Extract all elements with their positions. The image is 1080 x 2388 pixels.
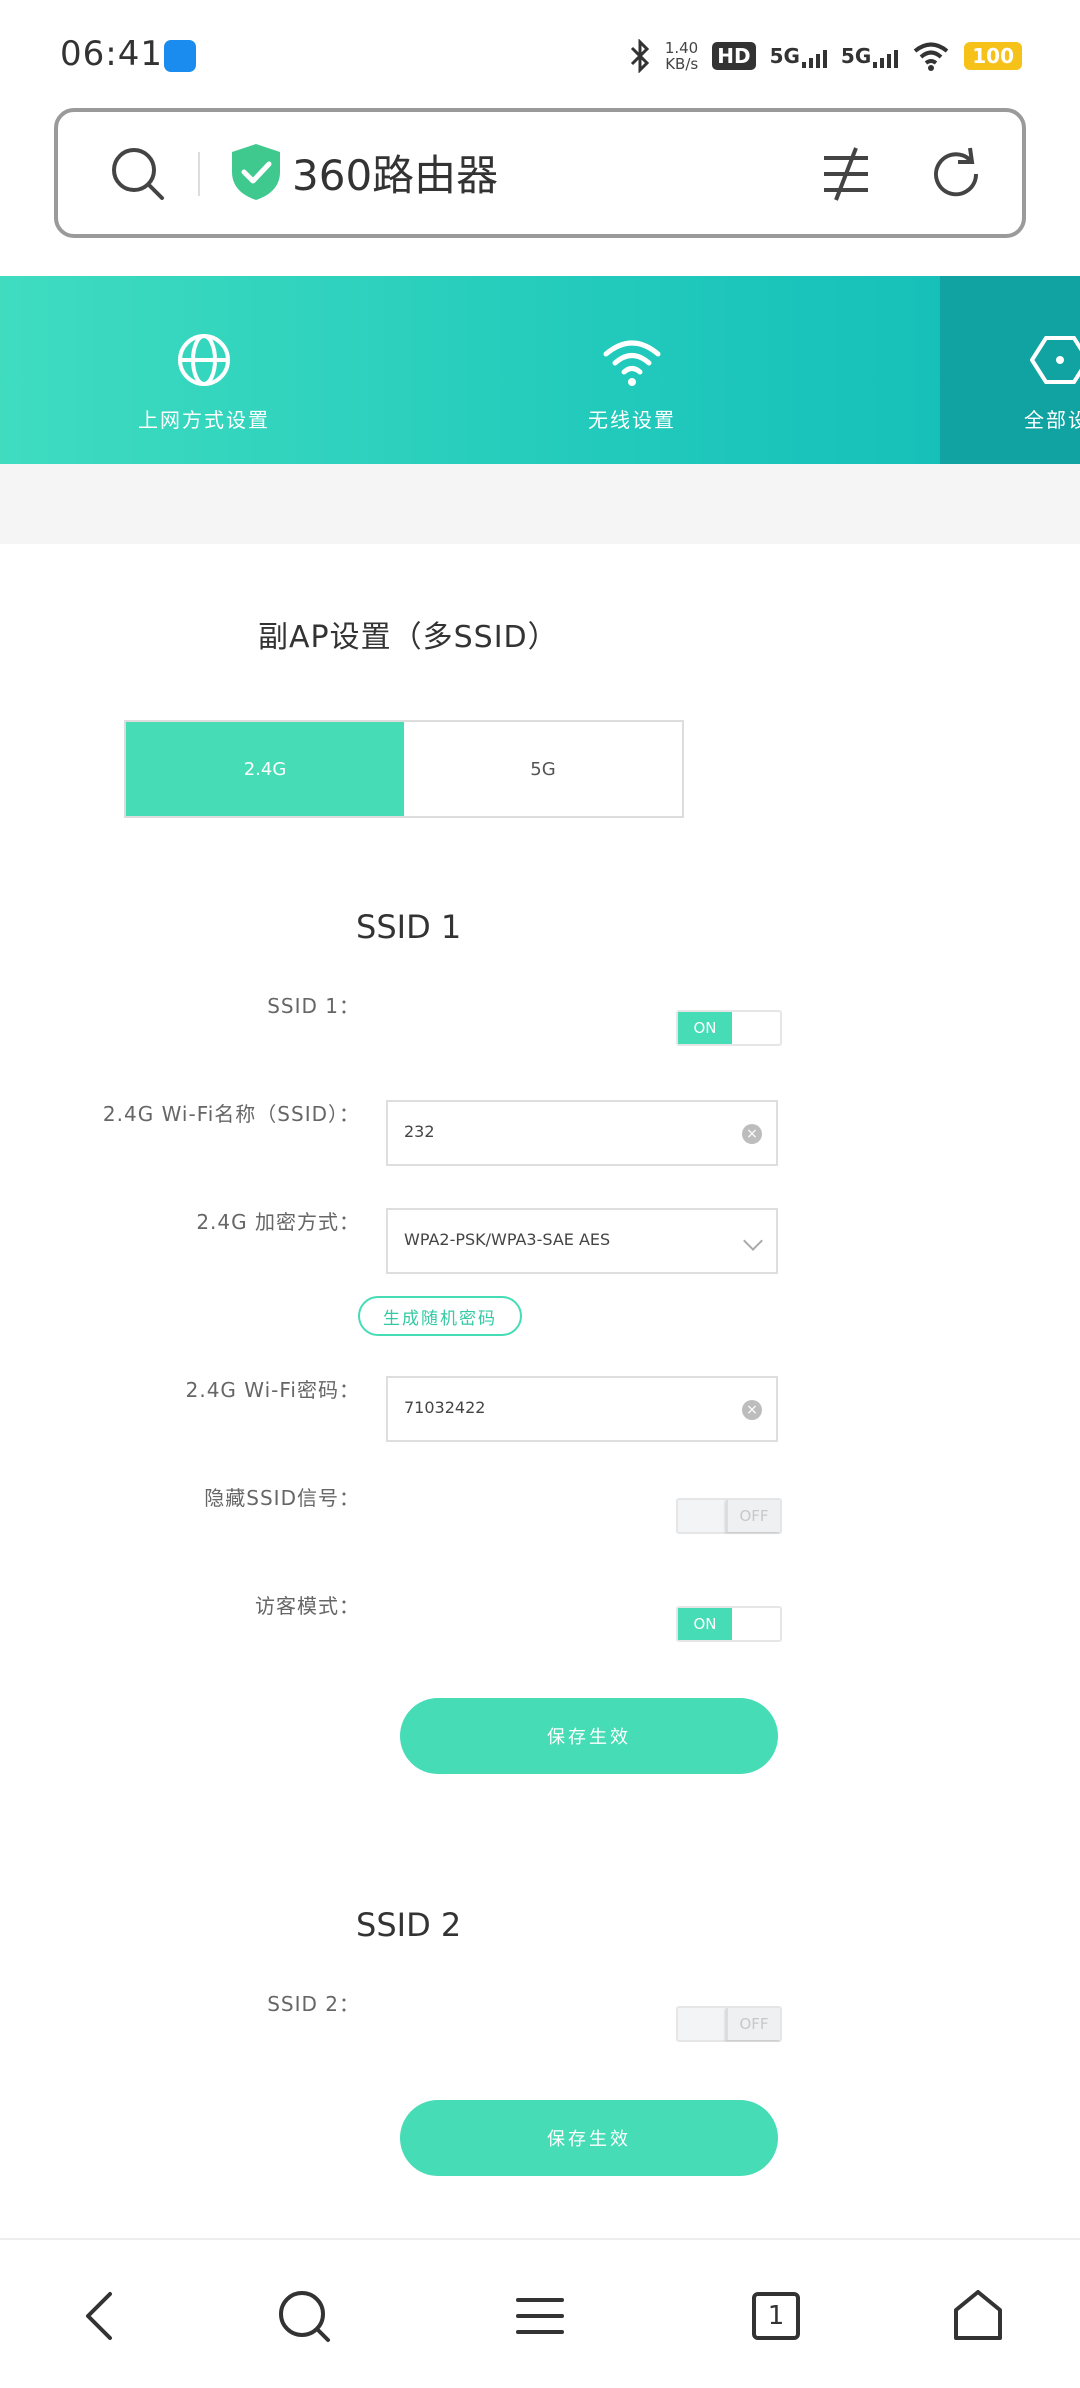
clear-icon[interactable]: × bbox=[742, 1400, 762, 1420]
filter-icon[interactable] bbox=[814, 142, 878, 206]
separator-band bbox=[0, 464, 1080, 544]
field-value: 232 bbox=[404, 1122, 435, 1141]
wifi-status-icon bbox=[913, 42, 949, 71]
ssid1-hide-ssid-toggle[interactable]: OFF bbox=[676, 1498, 782, 1534]
toggle-state: OFF bbox=[726, 2008, 780, 2040]
ssid2-enable-toggle[interactable]: OFF bbox=[676, 2006, 782, 2042]
browser-address-bar[interactable]: 360路由器 bbox=[54, 108, 1026, 238]
ssid1-name-field[interactable]: 232 × bbox=[386, 1100, 778, 1166]
ssid1-save-button[interactable]: 保存生效 bbox=[400, 1698, 778, 1774]
clear-icon[interactable]: × bbox=[742, 1124, 762, 1144]
ssid1-encryption-select[interactable]: WPA2-PSK/WPA3-SAE AES bbox=[386, 1208, 778, 1274]
nav-item-internet[interactable]: 上网方式设置 bbox=[104, 276, 304, 464]
nav-item-wireless[interactable]: 无线设置 bbox=[532, 276, 732, 464]
band-tabs: 2.4G 5G bbox=[124, 720, 684, 818]
ssid1-encryption-label: 2.4G 加密方式： bbox=[196, 1210, 360, 1234]
ssid1-guest-mode-label: 访客模式： bbox=[255, 1594, 360, 1618]
home-icon[interactable] bbox=[948, 2286, 1008, 2346]
back-icon[interactable] bbox=[72, 2286, 132, 2346]
chevron-down-icon bbox=[743, 1231, 763, 1251]
search-icon[interactable] bbox=[274, 2286, 334, 2346]
tab-5g[interactable]: 5G bbox=[404, 722, 682, 816]
tabs-count: 1 bbox=[752, 2292, 800, 2340]
ssid1-hide-ssid-label: 隐藏SSID信号： bbox=[204, 1486, 360, 1510]
network-speed: 1.40 KB/s bbox=[664, 39, 699, 73]
tabs-button[interactable]: 1 bbox=[746, 2286, 806, 2346]
app-notification-icon bbox=[164, 40, 196, 72]
toggle-state: OFF bbox=[726, 1500, 780, 1532]
search-icon[interactable] bbox=[106, 142, 170, 206]
router-top-nav: 上网方式设置 无线设置 全部设 bbox=[0, 276, 1080, 464]
ssid2-section-title: SSID 2 bbox=[356, 1906, 462, 1944]
site-title[interactable]: 360路由器 bbox=[292, 142, 498, 203]
toggle-state: ON bbox=[678, 1608, 732, 1640]
sim1-signal-icon: 5G bbox=[770, 44, 827, 68]
nav-item-label: 全部设 bbox=[1024, 408, 1080, 432]
hd-voice-badge: HD bbox=[712, 42, 756, 70]
address-divider bbox=[198, 152, 200, 196]
menu-icon[interactable] bbox=[510, 2286, 570, 2346]
nav-item-all-settings[interactable]: 全部设 bbox=[990, 276, 1080, 464]
field-value: 71032422 bbox=[404, 1398, 486, 1417]
browser-bottom-bar: 1 bbox=[0, 2238, 1080, 2388]
hexagon-icon bbox=[1030, 336, 1080, 384]
ssid1-section-title: SSID 1 bbox=[356, 908, 462, 946]
refresh-icon[interactable] bbox=[924, 142, 988, 206]
ssid1-password-field[interactable]: 71032422 × bbox=[386, 1376, 778, 1442]
nav-item-label: 上网方式设置 bbox=[138, 408, 270, 432]
select-value: WPA2-PSK/WPA3-SAE AES bbox=[404, 1230, 611, 1249]
shield-check-icon bbox=[232, 144, 280, 200]
sim2-signal-icon: 5G bbox=[841, 44, 899, 68]
globe-icon bbox=[178, 334, 230, 386]
wifi-icon bbox=[603, 340, 661, 386]
page-title: 副AP设置（多SSID） bbox=[258, 620, 559, 655]
ssid2-save-button[interactable]: 保存生效 bbox=[400, 2100, 778, 2176]
ssid1-enable-toggle[interactable]: ON bbox=[676, 1010, 782, 1046]
status-time: 06:41 bbox=[60, 34, 163, 74]
ssid1-name-label: 2.4G Wi-Fi名称（SSID）： bbox=[102, 1102, 360, 1126]
status-icons: 1.40 KB/s HD 5G 5G 100 bbox=[629, 36, 1022, 76]
ssid1-enable-label: SSID 1： bbox=[267, 994, 360, 1018]
ssid1-password-label: 2.4G Wi-Fi密码： bbox=[185, 1378, 360, 1402]
nav-item-label: 无线设置 bbox=[588, 408, 676, 432]
generate-random-password-button[interactable]: 生成随机密码 bbox=[358, 1296, 522, 1336]
ssid2-enable-label: SSID 2： bbox=[267, 1992, 360, 2016]
tab-2-4g[interactable]: 2.4G bbox=[126, 722, 404, 816]
bluetooth-icon bbox=[630, 39, 649, 73]
battery-indicator: 100 bbox=[964, 42, 1022, 70]
toggle-state: ON bbox=[678, 1012, 732, 1044]
ssid1-guest-mode-toggle[interactable]: ON bbox=[676, 1606, 782, 1642]
